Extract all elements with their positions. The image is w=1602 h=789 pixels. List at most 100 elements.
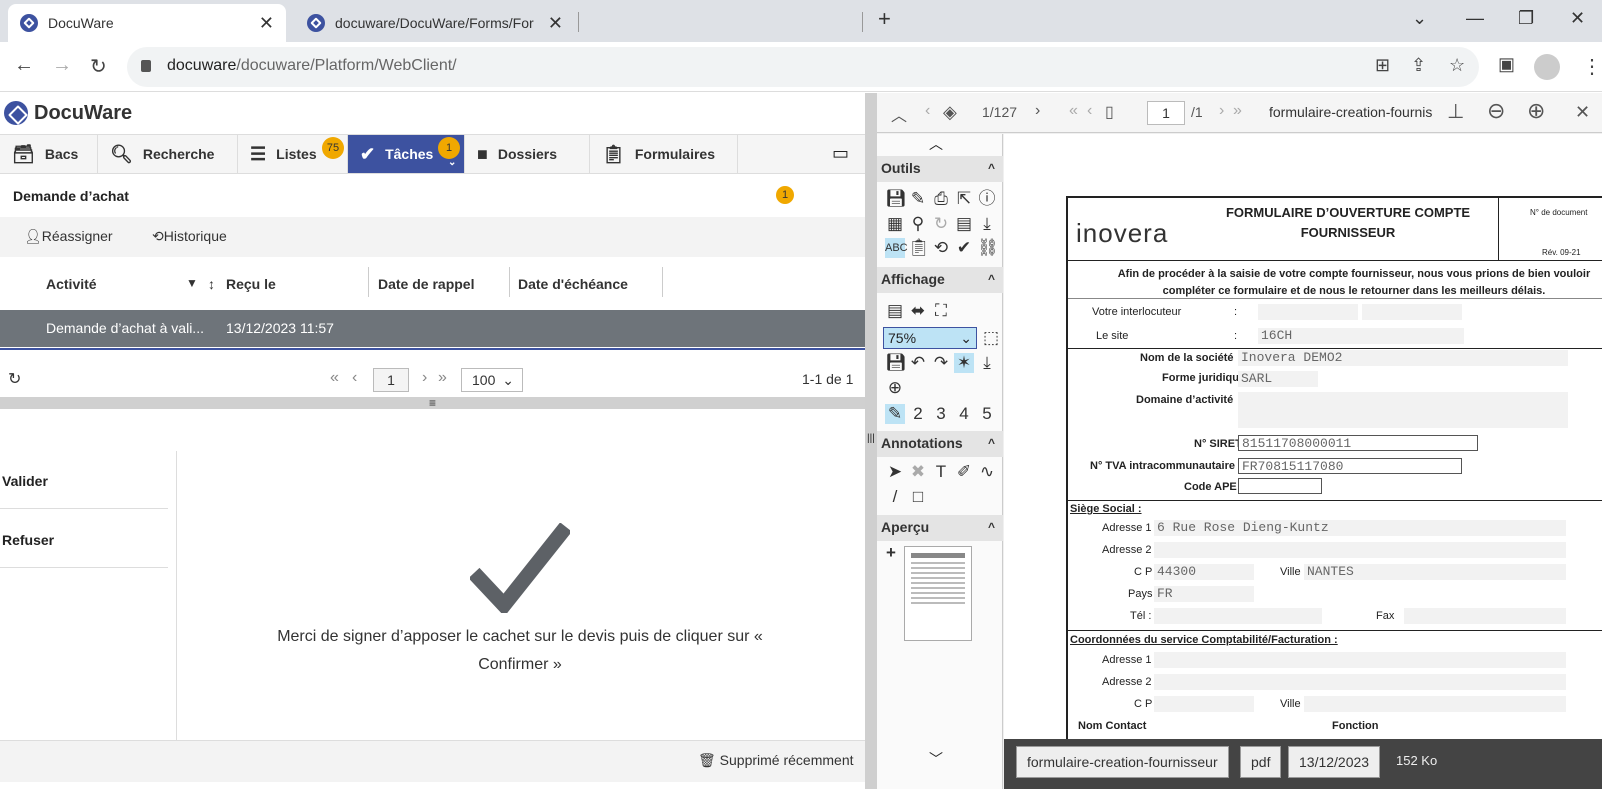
- col-date-echeance[interactable]: Date d'échéance: [518, 276, 628, 292]
- last-page-icon[interactable]: »: [438, 369, 447, 387]
- field-acc-address2[interactable]: [1154, 674, 1566, 690]
- chevron-down-icon[interactable]: ⌄: [448, 157, 456, 168]
- check-tool-icon[interactable]: ✔: [954, 238, 974, 258]
- rectangle-tool-icon[interactable]: □: [908, 487, 928, 507]
- print-icon[interactable]: ⎙: [931, 189, 951, 209]
- save-icon[interactable]: 💾︎: [885, 189, 907, 209]
- fit-page-icon[interactable]: ▤: [885, 301, 905, 321]
- close-viewer-icon[interactable]: ✕: [1575, 102, 1590, 123]
- section-affichage[interactable]: Affichage ^: [877, 267, 1003, 293]
- text-page-icon[interactable]: ▤: [954, 214, 974, 234]
- field-country[interactable]: FR: [1154, 586, 1254, 602]
- new-tab-icon[interactable]: +: [878, 6, 891, 32]
- fit-width-icon[interactable]: ⬌: [908, 301, 928, 321]
- nav-taches[interactable]: ✔ Tâches 1 ⌄: [348, 135, 465, 173]
- prev-doc-icon[interactable]: ‹: [925, 102, 930, 120]
- clipboard-icon[interactable]: 📋︎: [908, 238, 930, 258]
- section-apercu[interactable]: Aperçu ^: [877, 515, 1003, 541]
- layer-3[interactable]: 3: [931, 404, 951, 424]
- restore-icon[interactable]: ❐: [1518, 8, 1534, 29]
- next-page-icon[interactable]: ›: [422, 369, 427, 387]
- info-icon[interactable]: ⓘ: [977, 189, 997, 209]
- grid-icon[interactable]: ▦: [885, 214, 905, 234]
- pencil-icon[interactable]: ✎: [908, 189, 928, 209]
- browser-menu-icon[interactable]: ⋮: [1582, 54, 1602, 79]
- field-acc-address1[interactable]: [1154, 652, 1566, 668]
- first-page-icon[interactable]: «: [330, 369, 339, 387]
- freehand-icon[interactable]: ∿: [977, 462, 997, 482]
- next-page-icon[interactable]: ›: [1219, 102, 1224, 120]
- history-button[interactable]: ⟲Historique: [152, 228, 227, 245]
- zoom-out-icon[interactable]: ⊖: [1487, 98, 1505, 124]
- field-domain[interactable]: [1238, 392, 1568, 428]
- nav-listes[interactable]: ☰ Listes 75: [238, 135, 348, 173]
- filter-icon[interactable]: ▼: [186, 276, 198, 290]
- delete-annotation-icon[interactable]: ✖: [908, 462, 928, 482]
- prev-page-icon[interactable]: ‹: [352, 369, 357, 387]
- field-legal-form[interactable]: SARL: [1238, 371, 1318, 387]
- browser-tab-docuware[interactable]: DocuWare ✕: [8, 4, 286, 42]
- tab-search-chevron-icon[interactable]: ⌄: [1412, 8, 1427, 29]
- pointer-icon[interactable]: ➤: [885, 462, 905, 482]
- panel-divider[interactable]: |||: [865, 93, 877, 789]
- ocr-icon[interactable]: ABC: [885, 238, 908, 258]
- section-outils[interactable]: Outils ^: [877, 156, 1003, 182]
- col-activite[interactable]: Activité: [46, 276, 97, 292]
- crosshair-icon[interactable]: ⊕: [885, 378, 905, 398]
- highlighter-icon[interactable]: ✐: [954, 462, 974, 482]
- field-ape[interactable]: [1238, 478, 1322, 494]
- forward-icon[interactable]: →: [52, 54, 72, 77]
- field-company[interactable]: Inovera DEMO2: [1238, 350, 1568, 366]
- field-acc-cp[interactable]: [1154, 696, 1254, 712]
- align-bottom-icon[interactable]: ⤓: [977, 353, 997, 373]
- collapse-up-icon[interactable]: ︿: [891, 102, 907, 126]
- nav-dossiers[interactable]: ■ Dossiers: [465, 135, 590, 173]
- splitter-handle[interactable]: ≡: [0, 397, 865, 409]
- text-tool-icon[interactable]: T: [931, 462, 951, 482]
- translate-icon[interactable]: ⊞: [1375, 55, 1390, 76]
- col-date-rappel[interactable]: Date de rappel: [378, 276, 474, 292]
- field-address2[interactable]: [1154, 542, 1566, 558]
- window-icon[interactable]: ▭: [832, 143, 849, 164]
- browser-tab-forms[interactable]: docuware/DocuWare/Forms/For ✕: [295, 4, 575, 42]
- profile-avatar[interactable]: [1534, 54, 1560, 80]
- share-icon[interactable]: ⇪: [1411, 55, 1426, 76]
- field-fax[interactable]: [1404, 608, 1566, 624]
- add-page-icon[interactable]: +: [881, 543, 901, 563]
- validate-button[interactable]: Valider: [0, 451, 168, 509]
- scroll-down-icon[interactable]: ﹀: [929, 749, 943, 769]
- field-contact[interactable]: [1258, 304, 1358, 320]
- section-annotations[interactable]: Annotations ^: [877, 431, 1003, 457]
- field-siret[interactable]: 81511708000011: [1238, 435, 1478, 451]
- field-acc-city[interactable]: [1304, 696, 1566, 712]
- bookmark-star-icon[interactable]: ☆: [1449, 55, 1465, 76]
- rotate-icon[interactable]: ↻: [931, 214, 951, 234]
- side-panel-icon[interactable]: ▣: [1498, 54, 1515, 75]
- fit-all-icon[interactable]: ⛶: [931, 301, 951, 321]
- table-row[interactable]: Demande d’achat à vali... 13/12/2023 11:…: [0, 310, 865, 347]
- close-tab-icon[interactable]: ✕: [548, 13, 563, 34]
- layer-5[interactable]: 5: [977, 404, 997, 424]
- reload-icon[interactable]: ↻: [90, 54, 107, 79]
- history-icon[interactable]: ⟲: [931, 238, 951, 258]
- next-doc-icon[interactable]: ›: [1035, 102, 1040, 120]
- refresh-icon[interactable]: ↻: [8, 369, 21, 389]
- close-tab-icon[interactable]: ✕: [259, 13, 274, 34]
- zoom-select[interactable]: 75% ⌄: [883, 327, 977, 349]
- page-size-select[interactable]: 100 ⌄: [461, 368, 523, 392]
- field-contact-2[interactable]: [1362, 304, 1462, 320]
- field-tva[interactable]: FR70815117080: [1238, 458, 1462, 474]
- page-input[interactable]: 1: [373, 368, 409, 392]
- sort-icon[interactable]: ↕: [208, 276, 215, 292]
- layer-2[interactable]: 2: [908, 404, 928, 424]
- zoom-in-icon[interactable]: ⊕: [1527, 98, 1545, 124]
- scroll-up-icon[interactable]: ︿: [929, 134, 943, 154]
- col-recu-le[interactable]: Reçu le: [226, 276, 276, 292]
- last-page-icon[interactable]: »: [1233, 102, 1242, 120]
- first-page-icon[interactable]: «: [1069, 102, 1078, 120]
- nav-formulaires[interactable]: 📋︎ Formulaires: [590, 135, 738, 173]
- address-bar[interactable]: docuware/docuware/Platform/WebClient/ ⊞ …: [127, 47, 1479, 87]
- link-icon[interactable]: ⛓: [977, 238, 999, 258]
- layers-icon[interactable]: ◈: [943, 102, 957, 123]
- stamp-icon[interactable]: ⊥: [1447, 99, 1464, 124]
